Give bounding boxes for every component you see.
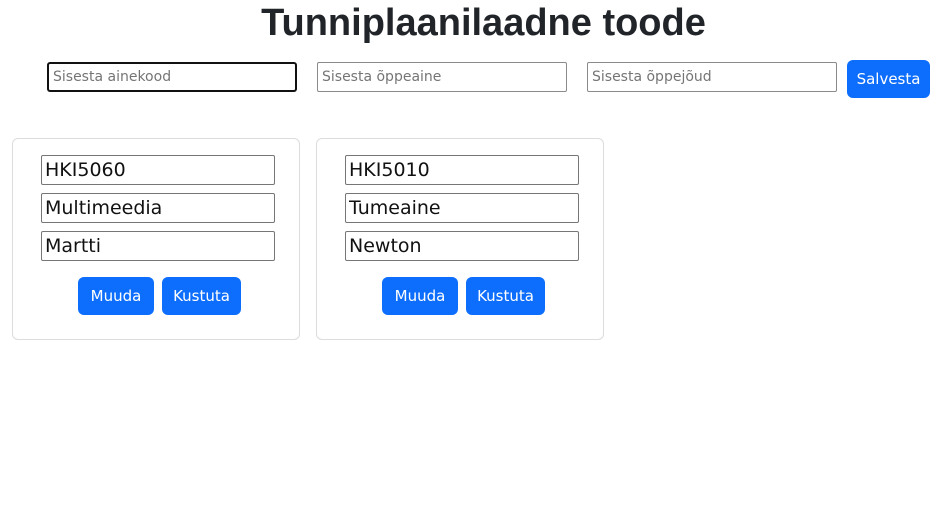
card-teacher-input[interactable]	[41, 231, 275, 261]
subject-input[interactable]	[317, 62, 567, 92]
edit-button[interactable]: Muuda	[382, 277, 458, 315]
page-title: Tunniplaanilaadne toode	[261, 2, 706, 44]
course-card: Muuda Kustuta	[316, 138, 604, 340]
card-subject-input[interactable]	[345, 193, 579, 223]
teacher-input[interactable]	[587, 62, 837, 92]
course-code-input[interactable]	[47, 62, 297, 92]
card-teacher-input[interactable]	[345, 231, 579, 261]
course-card: Muuda Kustuta	[12, 138, 300, 340]
save-button[interactable]: Salvesta	[847, 60, 930, 98]
edit-button[interactable]: Muuda	[78, 277, 154, 315]
card-code-input[interactable]	[41, 155, 275, 185]
card-code-input[interactable]	[345, 155, 579, 185]
delete-button[interactable]: Kustuta	[162, 277, 241, 315]
delete-button[interactable]: Kustuta	[466, 277, 545, 315]
card-subject-input[interactable]	[41, 193, 275, 223]
